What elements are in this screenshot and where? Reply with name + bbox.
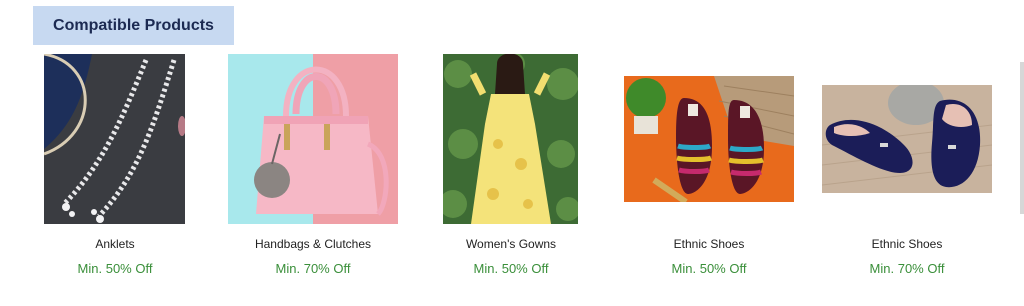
product-card-loafers[interactable]: Ethnic Shoes Min. 70% Off xyxy=(822,0,992,306)
product-offer[interactable]: Min. 50% Off xyxy=(30,261,200,276)
product-offer[interactable]: Min. 50% Off xyxy=(624,261,794,276)
ethnic-shoes-image[interactable] xyxy=(624,76,794,202)
product-name[interactable]: Ethnic Shoes xyxy=(822,237,992,251)
gown-image[interactable] xyxy=(443,54,578,224)
product-card-gowns[interactable]: Women's Gowns Min. 50% Off xyxy=(426,0,596,306)
product-name[interactable]: Ethnic Shoes xyxy=(624,237,794,251)
product-card-handbags[interactable]: Handbags & Clutches Min. 70% Off xyxy=(228,0,398,306)
handbag-image[interactable] xyxy=(228,54,398,224)
product-card-anklets[interactable]: Anklets Min. 50% Off xyxy=(30,0,200,306)
product-offer[interactable]: Min. 70% Off xyxy=(228,261,398,276)
anklets-image[interactable] xyxy=(44,54,185,224)
loafers-image[interactable] xyxy=(822,85,992,193)
product-offer[interactable]: Min. 50% Off xyxy=(426,261,596,276)
product-offer[interactable]: Min. 70% Off xyxy=(822,261,992,276)
next-card-edge[interactable] xyxy=(1020,62,1024,214)
product-card-ethnic-shoes[interactable]: Ethnic Shoes Min. 50% Off xyxy=(624,0,794,306)
product-name[interactable]: Anklets xyxy=(30,237,200,251)
product-name[interactable]: Handbags & Clutches xyxy=(228,237,398,251)
product-name[interactable]: Women's Gowns xyxy=(426,237,596,251)
